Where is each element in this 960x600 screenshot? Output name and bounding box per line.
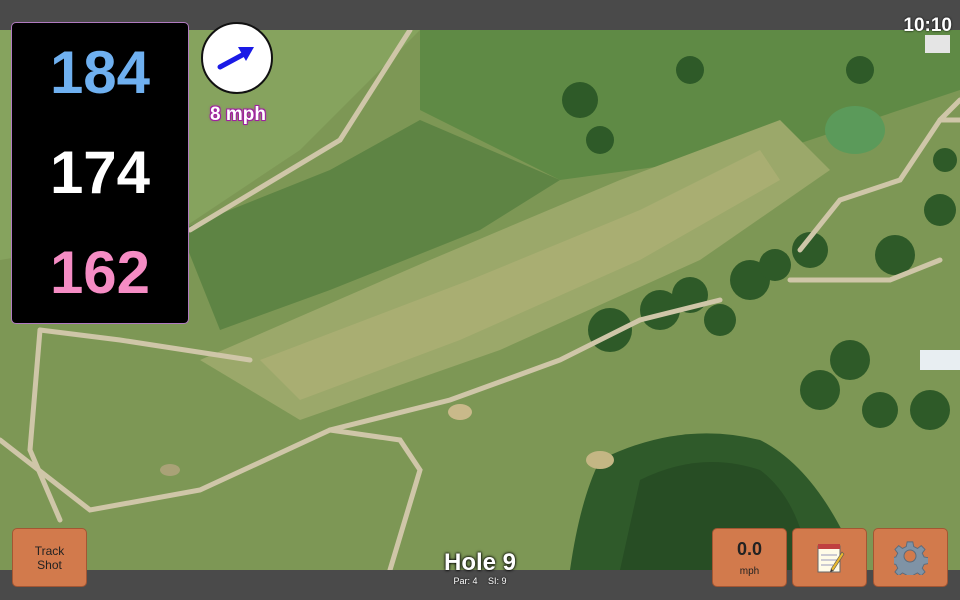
- distance-panel: 184 174 162: [11, 22, 189, 324]
- back-distance: 184: [49, 39, 151, 106]
- par-label: Par: 4: [453, 576, 478, 586]
- status-clock: 10:10: [903, 15, 952, 36]
- front-distance: 162: [49, 239, 151, 306]
- speed-unit: mph: [739, 565, 760, 577]
- hole-info: Par: 4 SI: 9: [400, 576, 560, 586]
- speed-button[interactable]: 0.0 mph: [712, 528, 787, 587]
- track-shot-label-line2: Shot: [37, 557, 62, 572]
- gear-icon: [893, 540, 928, 575]
- middle-distance: 174: [49, 139, 151, 206]
- wind-direction-dial: [201, 22, 273, 94]
- wind-arrow-icon: [217, 47, 254, 70]
- stroke-index-label: SI: 9: [488, 576, 507, 586]
- notepad-icon: [817, 543, 844, 572]
- speed-value: 0.0: [736, 538, 763, 559]
- wind-speed-label: 8 mph: [210, 104, 266, 125]
- settings-button[interactable]: [873, 528, 948, 587]
- hole-title: Hole 9: [443, 549, 517, 576]
- notes-button[interactable]: [792, 528, 867, 587]
- track-shot-label-line1: Track: [34, 543, 65, 558]
- track-shot-button[interactable]: Track Shot: [12, 528, 87, 587]
